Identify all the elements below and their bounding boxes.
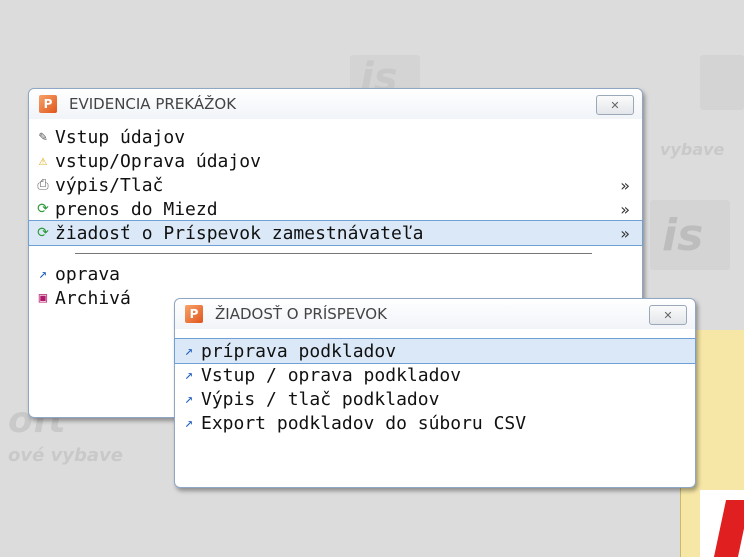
transfer-icon: ⟳ xyxy=(37,225,49,241)
window-title: ŽIADOSŤ O PRÍSPEVOK xyxy=(215,305,387,323)
edit-icon: ✎ xyxy=(38,129,48,145)
chart-icon: ↗ xyxy=(184,367,194,383)
close-button[interactable]: ✕ xyxy=(649,305,687,325)
watermark-text: vybave xyxy=(660,140,725,159)
submenu-arrow: » xyxy=(620,199,630,219)
submenu-window: P ŽIADOSŤ O PRÍSPEVOK ✕ ↗ príprava podkl… xyxy=(174,298,696,488)
app-icon: P xyxy=(39,95,57,113)
brand-logo xyxy=(700,490,744,557)
submenu-item-vypis-tlac-podkladov[interactable]: ↗ Výpis / tlač podkladov xyxy=(175,387,695,411)
chart-icon: ↗ xyxy=(184,415,194,431)
chart-icon: ↗ xyxy=(38,266,48,282)
menu-item-ziadost-o-prispevok[interactable]: ⟳ žiadosť o Príspevok zamestnávateľa » xyxy=(28,220,643,246)
submenu-arrow: » xyxy=(620,175,630,195)
app-icon: P xyxy=(185,305,203,323)
watermark-text: ové vybave xyxy=(8,445,124,466)
archive-icon: ▣ xyxy=(38,290,48,306)
close-button[interactable]: ✕ xyxy=(596,95,634,115)
watermark-text: is xyxy=(662,210,704,261)
menu-item-oprava[interactable]: ↗ oprava xyxy=(29,262,642,286)
menu-separator xyxy=(75,253,592,254)
chart-icon: ↗ xyxy=(184,343,194,359)
transfer-icon: ⟳ xyxy=(37,201,49,217)
menu-item-vypis-tlac[interactable]: ⎙ výpis/Tlač » xyxy=(29,173,642,197)
submenu-arrow: » xyxy=(620,223,630,243)
submenu-item-vstup-oprava-podkladov[interactable]: ↗ Vstup / oprava podkladov xyxy=(175,363,695,387)
submenu-item-export-csv[interactable]: ↗ Export podkladov do súboru CSV xyxy=(175,411,695,435)
chart-icon: ↗ xyxy=(184,391,194,407)
menu-item-vstup-oprava[interactable]: ⚠ vstup/Oprava údajov xyxy=(29,149,642,173)
window-title-bar: P ŽIADOSŤ O PRÍSPEVOK ✕ xyxy=(175,299,695,329)
watermark-box xyxy=(700,55,744,110)
menu-item-prenos-do-miezd[interactable]: ⟳ prenos do Miezd » xyxy=(29,197,642,221)
menu-item-vstup-udajov[interactable]: ✎ Vstup údajov xyxy=(29,125,642,149)
submenu-item-priprava-podkladov[interactable]: ↗ príprava podkladov xyxy=(174,338,696,364)
print-icon: ⎙ xyxy=(37,177,49,193)
warning-edit-icon: ⚠ xyxy=(38,153,48,169)
window-title: EVIDENCIA PREKÁŽOK xyxy=(69,95,237,113)
window-title-bar: P EVIDENCIA PREKÁŽOK ✕ xyxy=(29,89,642,119)
